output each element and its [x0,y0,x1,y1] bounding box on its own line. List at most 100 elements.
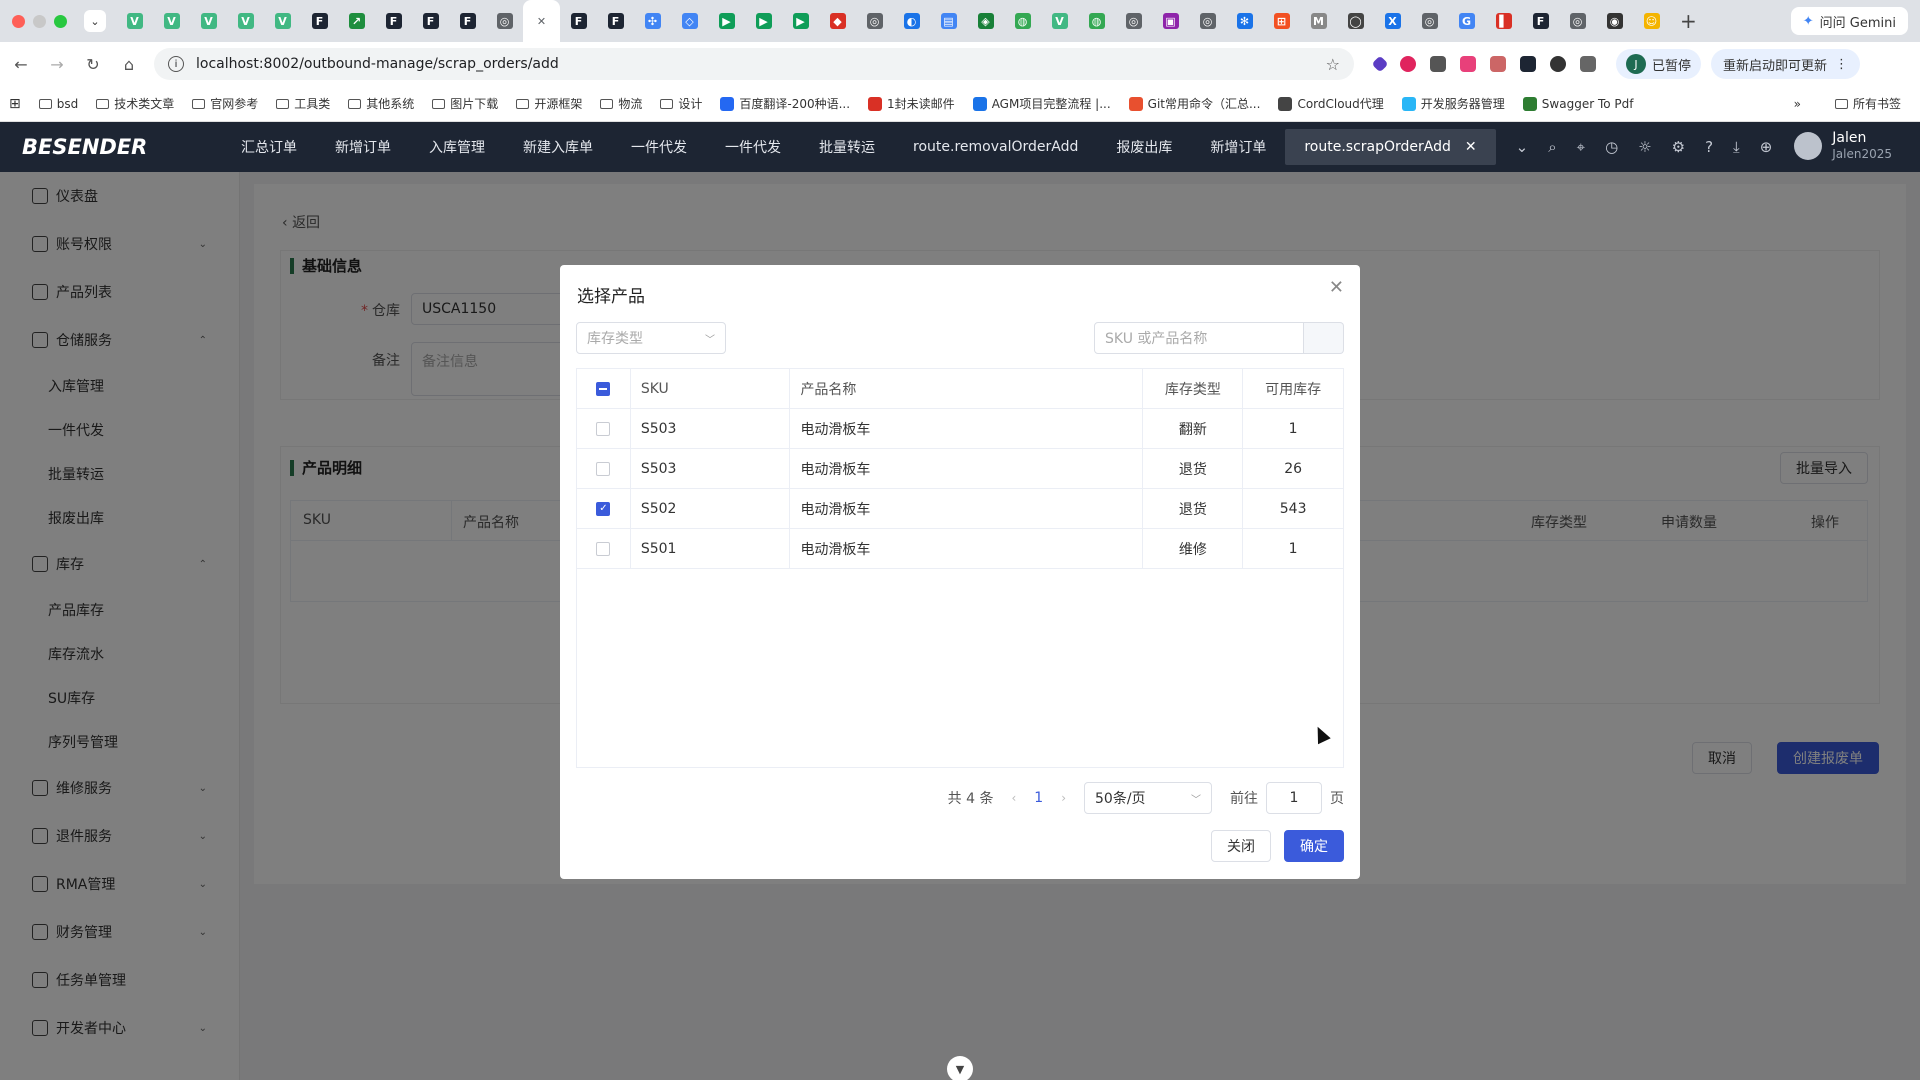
address-bar[interactable]: i localhost:8002/outbound-manage/scrap_o… [154,48,1354,80]
maximize-window-button[interactable] [54,14,67,28]
search-input[interactable]: SKU 或产品名称 [1094,322,1304,354]
table-row[interactable]: S503 电动滑板车 翻新 1 [577,409,1343,449]
table-row[interactable]: S503 电动滑板车 退货 26 [577,449,1343,489]
extensions-icon[interactable] [1580,56,1596,72]
browser-tab[interactable]: ◍ [1004,0,1041,42]
browser-tab[interactable]: F [560,0,597,42]
nav-tab[interactable]: 新增订单 [316,122,410,172]
bookmark-item[interactable]: bsd [30,95,88,112]
browser-tab[interactable]: ◎ [1559,0,1596,42]
tab-search-chevron-icon[interactable]: ⌄ [84,10,106,32]
location-pin-icon[interactable]: ⌖ [1577,138,1585,156]
browser-tab[interactable]: ◎ [1189,0,1226,42]
browser-tab[interactable]: V [1041,0,1078,42]
avatar[interactable] [1794,132,1823,160]
browser-tab[interactable]: F [449,0,486,42]
bookmark-item[interactable]: CordCloud代理 [1269,95,1392,112]
close-tab-icon[interactable]: ✕ [1465,139,1477,155]
browser-tab[interactable]: V [227,0,264,42]
browser-tab[interactable]: ✣ [634,0,671,42]
browser-tab[interactable]: F [301,0,338,42]
browser-tab[interactable]: ◍ [1078,0,1115,42]
browser-tab[interactable]: ▶ [708,0,745,42]
search-button[interactable] [1304,322,1344,354]
nav-tab[interactable]: 汇总订单 [222,122,316,172]
browser-tab[interactable]: ◉ [1596,0,1633,42]
nav-tab[interactable]: route.removalOrderAdd [894,122,1097,172]
extension-openai-icon[interactable] [1550,56,1566,72]
bookmark-item[interactable]: 设计 [651,95,711,112]
browser-tab[interactable]: V [190,0,227,42]
dialog-close-button[interactable]: 关闭 [1211,830,1271,862]
bookmark-item[interactable]: 百度翻译-200种语... [711,95,859,112]
reload-icon[interactable]: ↻ [78,55,108,74]
page-size-select[interactable]: 50条/页 ﹀ [1084,782,1212,814]
nav-tab[interactable]: 一件代发 [612,122,706,172]
browser-tab[interactable]: ▶ [745,0,782,42]
browser-tab[interactable]: F [375,0,412,42]
bookmark-item[interactable]: Git常用命令（汇总... [1120,95,1270,112]
browser-tab[interactable]: ▤ [930,0,967,42]
gemini-button[interactable]: ✦ 问问 Gemini [1790,7,1908,35]
extension-besender-icon[interactable] [1520,56,1536,72]
bookmark-item[interactable]: 图片下载 [423,95,507,112]
browser-tab[interactable]: ◈ [967,0,1004,42]
browser-tab[interactable]: ✕ [523,0,560,42]
bookmark-item[interactable]: 物流 [591,95,651,112]
forward-arrow-icon[interactable]: → [42,55,72,74]
close-window-button[interactable] [12,14,25,28]
browser-tab[interactable]: ◯ [1337,0,1374,42]
clock-icon[interactable]: ◷ [1605,138,1618,156]
row-checkbox[interactable] [596,461,611,476]
gear-icon[interactable]: ⚙ [1672,138,1685,156]
browser-tab[interactable]: V [116,0,153,42]
chevron-down-icon[interactable]: ⌄ [1516,138,1529,156]
browser-tab[interactable]: ◇ [671,0,708,42]
back-arrow-icon[interactable]: ← [6,55,36,74]
table-row[interactable]: ✓ S502 电动滑板车 退货 543 [577,489,1343,529]
bookmark-item[interactable]: Swagger To Pdf [1514,95,1643,112]
select-all-checkbox[interactable] [596,381,611,396]
browser-tab[interactable]: ◐ [893,0,930,42]
browser-tab[interactable]: V [153,0,190,42]
nav-tab[interactable]: 新增订单 [1191,122,1285,172]
bookmark-item[interactable]: AGM项目完整流程 |... [964,95,1120,112]
browser-tab[interactable]: X [1374,0,1411,42]
bookmark-item[interactable]: 其他系统 [339,95,423,112]
browser-tab[interactable]: M [1300,0,1337,42]
bookmark-item[interactable]: 1封未读邮件 [859,95,964,112]
help-icon[interactable]: ? [1705,138,1713,156]
extension-puzzle-icon[interactable] [1430,56,1446,72]
row-checkbox[interactable] [596,421,611,436]
sun-icon[interactable]: ☼ [1638,138,1651,156]
site-info-icon[interactable]: i [168,56,184,72]
browser-tab[interactable]: ☺ [1633,0,1670,42]
more-bookmarks-chevron-icon[interactable]: » [1794,97,1801,111]
download-icon[interactable]: ⤓ [1733,138,1740,156]
new-tab-button[interactable]: + [1670,9,1707,33]
bookmark-item[interactable]: 工具类 [267,95,339,112]
browser-tab[interactable]: F [1522,0,1559,42]
nav-tab[interactable]: 一件代发 [706,122,800,172]
nav-tab-active[interactable]: route.scrapOrderAdd ✕ [1285,129,1496,165]
browser-tab[interactable]: ✻ [1226,0,1263,42]
browser-tab[interactable]: ▣ [1152,0,1189,42]
add-circle-icon[interactable]: ⊕ [1760,138,1773,156]
goto-page-input[interactable]: 1 [1266,782,1322,814]
browser-tab[interactable]: F [597,0,634,42]
extension-circle-icon[interactable] [1400,56,1416,72]
nav-tab[interactable]: 新建入库单 [504,122,612,172]
page-number[interactable]: 1 [1034,790,1043,806]
browser-tab[interactable]: ◎ [1411,0,1448,42]
scroll-down-icon[interactable]: ▼ [947,1056,973,1080]
minimize-window-button[interactable] [33,14,46,28]
browser-tab[interactable]: ↗ [338,0,375,42]
row-checkbox[interactable] [596,541,611,556]
prev-page-icon[interactable]: ‹ [1011,791,1016,805]
home-icon[interactable]: ⌂ [114,55,144,74]
browser-tab[interactable]: V [264,0,301,42]
extension-diamond-icon[interactable] [1371,55,1389,73]
browser-tab[interactable]: G [1448,0,1485,42]
browser-tab[interactable]: ◎ [856,0,893,42]
table-row[interactable]: S501 电动滑板车 维修 1 [577,529,1343,569]
